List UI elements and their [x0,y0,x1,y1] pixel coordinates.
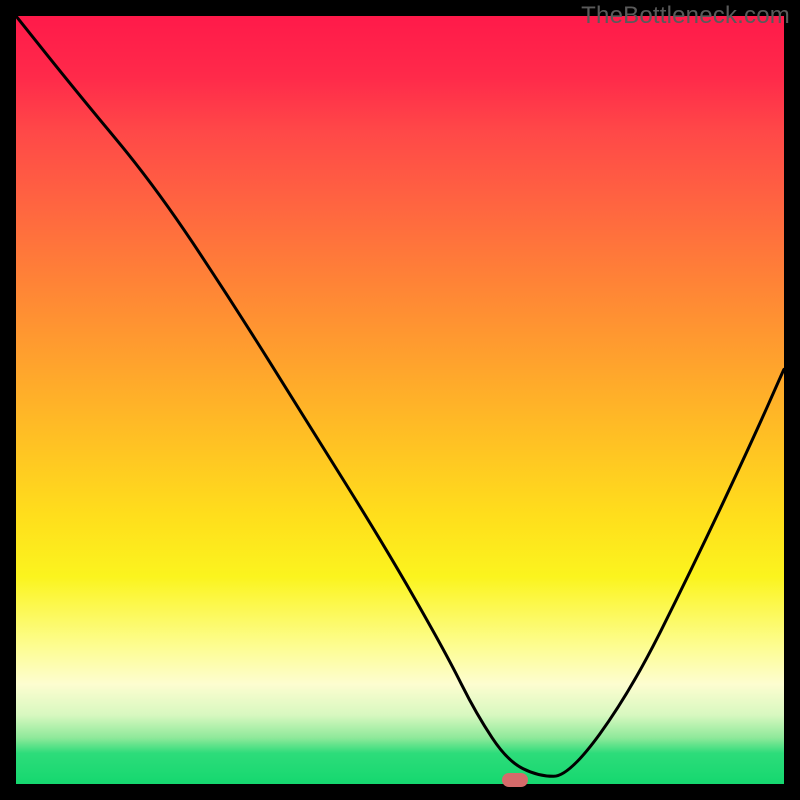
bottleneck-chart: TheBottleneck.com [0,0,800,800]
curve-layer [16,16,784,784]
bottleneck-curve-path [16,16,784,776]
watermark-text: TheBottleneck.com [581,2,790,30]
optimal-marker [502,773,528,787]
plot-area [16,16,784,784]
